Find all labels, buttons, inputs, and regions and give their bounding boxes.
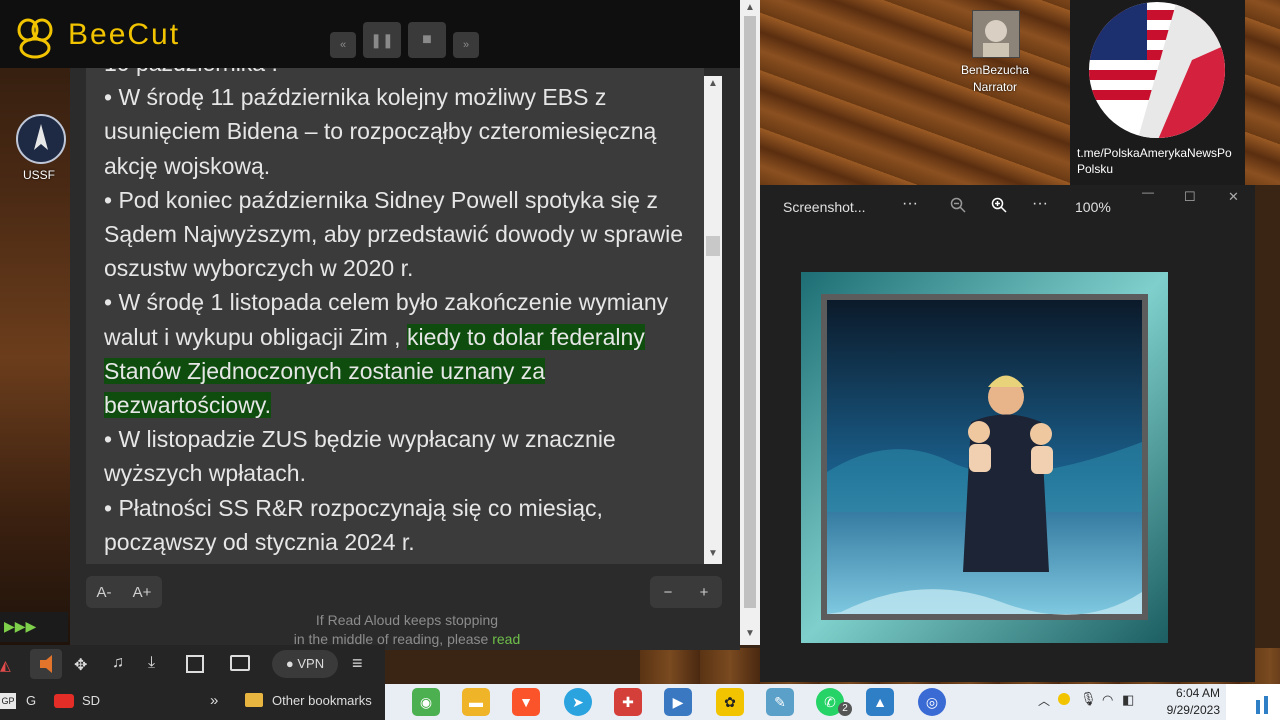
zoom-in-icon[interactable] [991, 197, 1007, 218]
wifi-icon[interactable]: ◠ [1102, 692, 1113, 708]
clock-time: 6:04 AM [1175, 686, 1220, 700]
reader-text-area[interactable]: 10 października . • W środę 11 październ… [86, 68, 704, 564]
video-editor-icon[interactable]: ▶ [664, 688, 692, 716]
more-zoom-options-icon[interactable]: ··· [1032, 195, 1048, 213]
close-button[interactable]: ✕ [1228, 189, 1239, 205]
displayed-image [801, 272, 1168, 643]
photos-toolbar: Screenshot... ··· ··· 100% — ☐ ✕ [760, 185, 1255, 227]
file-title: Screenshot... [783, 199, 866, 215]
app-tool-icon[interactable]: ✚ [614, 688, 642, 716]
window-scroll-thumb[interactable] [744, 16, 756, 608]
reader-item-4: • W listopadzie ZUS będzie wypłacany w z… [104, 426, 616, 487]
reader-partial-line: 10 października . [104, 68, 694, 80]
speed-controls: − + [650, 576, 722, 608]
notepad-icon[interactable]: ✎ [766, 688, 794, 716]
speaker-extension-icon[interactable] [30, 649, 62, 679]
font-increase-button[interactable]: A+ [133, 584, 152, 601]
notification-bar-icon [1256, 700, 1260, 714]
flag-icon [1077, 0, 1237, 142]
scroll-thumb[interactable] [706, 236, 720, 256]
media-widget: ▶▶▶ [0, 612, 68, 642]
speed-minus-button[interactable]: − [664, 584, 673, 601]
youtube-icon [54, 694, 74, 708]
vpn-button[interactable]: ● VPN [272, 650, 338, 678]
file-explorer-icon[interactable]: ▬ [462, 688, 490, 716]
browser-toolbar: ◭ ✥ ♫ ⤓ ● VPN ≡ [0, 645, 385, 684]
narrator-avatar[interactable] [972, 10, 1020, 58]
ussf-icon[interactable] [16, 114, 66, 164]
telegram-icon[interactable]: ➤ [564, 688, 592, 716]
font-size-controls: A- A+ [86, 576, 162, 608]
tray-app-icon[interactable] [1058, 693, 1070, 705]
maximize-button[interactable]: ☐ [1184, 189, 1196, 205]
window-scrollbar[interactable]: ▲ ▼ [740, 0, 760, 645]
bookmarks-overflow[interactable]: » [210, 692, 218, 709]
zoom-level[interactable]: 100% [1075, 199, 1111, 215]
bee-logo-icon [10, 18, 60, 60]
folder-icon [245, 693, 263, 707]
scroll-up-icon[interactable]: ▲ [708, 78, 718, 89]
microphone-icon[interactable]: 🎙 [1080, 691, 1097, 707]
bookmarks-bar: GP G SD » Other bookmarks [0, 684, 385, 720]
wallet-icon[interactable] [230, 655, 250, 671]
ussf-label: USSF [22, 168, 55, 182]
notification-bar-icon-2 [1264, 696, 1268, 714]
scroll-down-icon[interactable]: ▼ [708, 548, 718, 559]
font-decrease-button[interactable]: A- [97, 584, 112, 601]
clock[interactable]: 6:04 AM 9/29/2023 [1140, 685, 1220, 719]
forward-button[interactable]: » [453, 32, 479, 58]
other-bookmarks[interactable]: Other bookmarks [272, 693, 372, 708]
notification-area[interactable] [1226, 684, 1280, 720]
volume-icon[interactable]: ◧ [1122, 692, 1134, 708]
download-icon[interactable]: ⤓ [148, 654, 155, 672]
app-title: BeeCut [68, 18, 181, 51]
more-options-icon[interactable]: ··· [902, 195, 918, 213]
zoom-out-icon[interactable] [950, 197, 966, 218]
tray-chevron-icon[interactable]: ︿ [1038, 692, 1050, 709]
reader-item-1: • W środę 11 października kolejny możliw… [104, 84, 657, 179]
window-scroll-down-icon[interactable]: ▼ [745, 628, 755, 639]
gp-bookmark-icon[interactable]: GP [0, 693, 16, 709]
channel-link-label: t.me/PolskaAmerykaNewsPo Polsku [1077, 146, 1232, 176]
android-app-icon[interactable]: ◉ [412, 688, 440, 716]
stop-button[interactable]: ■ [408, 22, 446, 58]
desktop-wallpaper-left [0, 0, 70, 650]
play-triangles-icon[interactable]: ▶▶▶ [4, 618, 36, 635]
bookmark-g[interactable]: G [26, 693, 36, 708]
beecut-taskbar-icon[interactable]: ✿ [716, 688, 744, 716]
pause-button[interactable]: ❚❚ [363, 22, 401, 58]
music-icon[interactable]: ♫ [112, 654, 124, 672]
speed-plus-button[interactable]: + [700, 584, 709, 601]
sidebar-icon[interactable] [186, 655, 204, 673]
read-link[interactable]: read [492, 631, 520, 647]
clock-date: 9/29/2023 [1166, 703, 1220, 717]
narrator-label: BenBezucha Narrator [960, 63, 1030, 94]
media-player-icon[interactable]: ◎ [918, 688, 946, 716]
photos-app-icon[interactable]: ▲ [866, 688, 894, 716]
brave-browser-icon[interactable]: ▼ [512, 688, 540, 716]
whatsapp-badge: 2 [838, 702, 852, 716]
window-scroll-up-icon[interactable]: ▲ [745, 2, 755, 13]
reader-scrollbar[interactable]: ▲ ▼ [704, 76, 722, 564]
rewind-button[interactable]: « [330, 32, 356, 58]
minimize-button[interactable]: — [1142, 185, 1154, 199]
menu-icon[interactable]: ≡ [352, 653, 363, 674]
reader-item-5: • Płatności SS R&R rozpoczynają się co m… [104, 494, 603, 555]
reader-footer-note: If Read Aloud keeps stopping in the midd… [293, 612, 521, 647]
extensions-icon[interactable]: ✥ [74, 655, 87, 675]
reader-item-3: • W środę 1 listopada celem było zakończ… [104, 289, 669, 419]
warning-triangle-icon[interactable]: ◭ [0, 657, 11, 674]
reader-item-2: • Pod koniec października Sidney Powell … [104, 186, 684, 282]
bookmark-sd[interactable]: SD [82, 693, 100, 708]
